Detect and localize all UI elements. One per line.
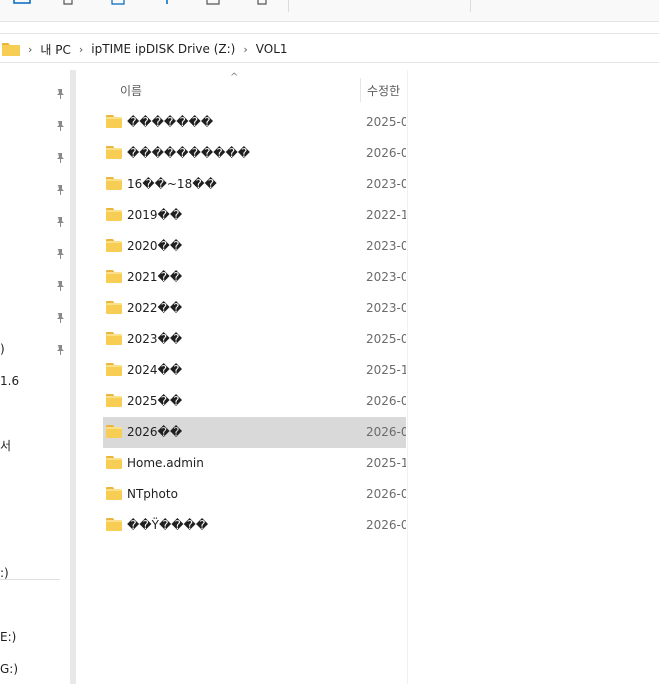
nav-item-label[interactable]: ) xyxy=(0,342,5,356)
folder-icon xyxy=(106,177,122,190)
folder-icon xyxy=(106,332,122,345)
pin-icon xyxy=(57,89,64,99)
file-name: ��Ÿ���� xyxy=(127,518,209,532)
file-row[interactable]: 2021�� 2023-0 xyxy=(103,262,406,293)
toolbar-divider xyxy=(288,0,289,12)
nav-item-label[interactable]: 1.6 xyxy=(0,374,19,388)
delete-icon[interactable] xyxy=(256,0,268,6)
column-resize-handle[interactable] xyxy=(360,78,361,102)
pin-icon xyxy=(57,185,64,195)
folder-icon xyxy=(106,270,122,283)
folder-icon xyxy=(106,518,122,531)
nav-item-label[interactable]: :) xyxy=(0,566,9,580)
column-header-date[interactable]: 수정한 xyxy=(367,82,400,99)
pin-icon xyxy=(57,121,64,131)
file-name: NTphoto xyxy=(127,487,178,501)
chevron-right-icon[interactable]: › xyxy=(243,43,247,56)
pin-icon xyxy=(57,249,64,259)
share-icon[interactable] xyxy=(12,0,32,6)
folder-icon xyxy=(106,146,122,159)
nav-item-label[interactable]: 서 xyxy=(0,437,11,454)
sort-ascending-icon: ^ xyxy=(230,72,239,83)
breadcrumb-item-drive[interactable]: ipTIME ipDISK Drive (Z:) xyxy=(91,42,235,56)
file-row[interactable]: ���������� 2026-0 xyxy=(103,138,406,169)
share-out-icon[interactable] xyxy=(206,0,220,6)
file-row[interactable]: 16��~18�� 2023-0 xyxy=(103,169,406,200)
file-modified-date: 2025-0 xyxy=(366,115,406,129)
file-name: 2025�� xyxy=(127,394,183,408)
file-modified-date: 2023-0 xyxy=(366,239,406,253)
file-row[interactable]: 2025�� 2026-0 xyxy=(103,386,406,417)
file-row[interactable]: Home.admin 2025-1 xyxy=(103,448,406,479)
paste-icon[interactable] xyxy=(111,0,125,6)
address-bar[interactable]: › 내 PC › ipTIME ipDISK Drive (Z:) › VOL1 xyxy=(0,33,659,63)
file-row[interactable]: 2022�� 2023-0 xyxy=(103,293,406,324)
toolbar-divider xyxy=(470,0,471,12)
file-name: 2026�� xyxy=(127,425,183,439)
file-row[interactable]: 2024�� 2025-1 xyxy=(103,355,406,386)
file-modified-date: 2026-0 xyxy=(366,425,406,439)
file-name: 2020�� xyxy=(127,239,183,253)
file-modified-date: 2025-1 xyxy=(366,456,406,470)
file-list: ������� 2025-0 ���������� 2026-0 16��~18�� 20… xyxy=(103,107,406,541)
file-name: 2019�� xyxy=(127,208,183,222)
column-header-row: ^ 이름 수정한 xyxy=(80,72,406,102)
file-modified-date: 2026-0 xyxy=(366,394,406,408)
file-modified-date: 2023-0 xyxy=(366,270,406,284)
file-name: Home.admin xyxy=(127,456,204,470)
copy-icon[interactable] xyxy=(62,0,74,6)
folder-icon xyxy=(106,487,122,500)
nav-item-label[interactable]: E:) xyxy=(0,630,16,644)
pin-icon xyxy=(57,345,64,355)
folder-icon xyxy=(106,115,122,128)
folder-icon xyxy=(106,425,122,438)
file-name: ������� xyxy=(127,115,214,129)
folder-icon xyxy=(106,301,122,314)
file-modified-date: 2023-0 xyxy=(366,301,406,315)
folder-icon xyxy=(106,208,122,221)
file-modified-date: 2026-0 xyxy=(366,146,406,160)
folder-icon xyxy=(106,456,122,469)
pin-icon xyxy=(57,153,64,163)
file-modified-date: 2026-0 xyxy=(366,518,406,532)
file-modified-date: 2026-0 xyxy=(366,487,406,501)
pin-icon xyxy=(57,217,64,227)
breadcrumb-item-this-pc[interactable]: 내 PC xyxy=(40,41,70,58)
chevron-right-icon[interactable]: › xyxy=(28,43,32,56)
file-name: 16��~18�� xyxy=(127,177,217,191)
folder-icon xyxy=(106,394,122,407)
nav-divider xyxy=(0,579,60,580)
file-modified-date: 2025-1 xyxy=(366,363,406,377)
file-row[interactable]: 2020�� 2023-0 xyxy=(103,231,406,262)
file-name: 2021�� xyxy=(127,270,183,284)
file-row[interactable]: NTphoto 2026-0 xyxy=(103,479,406,510)
file-row[interactable]: 2026�� 2026-0 xyxy=(103,417,406,448)
nav-item-label[interactable]: G:) xyxy=(0,662,18,676)
file-name: 2023�� xyxy=(127,332,183,346)
file-row[interactable]: 2023�� 2025-0 xyxy=(103,324,406,355)
file-name: 2024�� xyxy=(127,363,183,377)
rename-icon[interactable] xyxy=(162,0,172,6)
folder-icon xyxy=(2,43,20,56)
folder-icon xyxy=(106,363,122,376)
file-row[interactable]: ������� 2025-0 xyxy=(103,107,406,138)
breadcrumb-item-vol1[interactable]: VOL1 xyxy=(256,42,288,56)
command-bar xyxy=(0,0,659,22)
file-row[interactable]: 2019�� 2022-1 xyxy=(103,200,406,231)
nav-scrollbar[interactable] xyxy=(70,70,76,684)
breadcrumb: › 내 PC › ipTIME ipDISK Drive (Z:) › VOL1 xyxy=(0,34,288,64)
chevron-right-icon[interactable]: › xyxy=(79,43,83,56)
folder-icon xyxy=(106,239,122,252)
file-row[interactable]: ��Ÿ���� 2026-0 xyxy=(103,510,406,541)
file-modified-date: 2025-0 xyxy=(366,332,406,346)
pin-icon xyxy=(57,281,64,291)
navigation-pane: ) 1.6 서 :) E:) G:) xyxy=(0,70,74,684)
file-name: 2022�� xyxy=(127,301,183,315)
file-modified-date: 2023-0 xyxy=(366,177,406,191)
pin-icon xyxy=(57,313,64,323)
empty-pane xyxy=(407,70,659,684)
file-modified-date: 2022-1 xyxy=(366,208,406,222)
file-name: ���������� xyxy=(127,146,251,160)
column-header-name[interactable]: 이름 xyxy=(120,82,142,99)
